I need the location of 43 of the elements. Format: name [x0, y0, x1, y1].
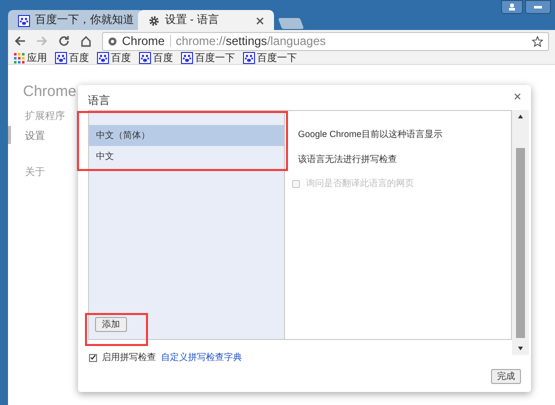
gear-icon — [148, 14, 160, 26]
url-text: chrome://settings/languages — [176, 33, 327, 50]
scroll-up-arrow-icon[interactable] — [518, 114, 523, 119]
apps-grid-icon — [14, 52, 25, 64]
address-bar[interactable]: Chrome chrome://settings/languages — [102, 32, 549, 50]
bookmark[interactable]: 百度一下 — [181, 50, 235, 66]
sidebar-item[interactable]: 设置 — [25, 129, 45, 144]
language-item[interactable]: 中文 — [89, 146, 284, 167]
bookmark[interactable]: 应用 — [14, 50, 47, 66]
language-info-text: Google Chrome目前以这种语言显示 — [298, 128, 444, 141]
scroll-down-arrow-icon[interactable] — [518, 346, 523, 351]
dialog-title: 语言 — [88, 94, 110, 109]
checkbox-label: 启用拼写检查 — [102, 351, 156, 364]
customize-dictionary-link[interactable]: 自定义拼写检查字典 — [161, 351, 242, 364]
checkbox[interactable] — [89, 354, 97, 362]
scroll-thumb[interactable] — [516, 148, 525, 338]
language-item[interactable]: 中文（简体） — [89, 125, 284, 146]
highlight-frame — [85, 313, 148, 346]
bookmark[interactable]: 百度一下 — [243, 50, 297, 66]
home-icon[interactable] — [80, 35, 92, 47]
add-button[interactable]: 添加 — [95, 317, 127, 332]
done-button[interactable]: 完成 — [491, 369, 521, 384]
bookmark[interactable]: 百度 — [97, 50, 131, 66]
scrollbar[interactable] — [512, 110, 529, 355]
bookmark[interactable]: 百度 — [139, 50, 173, 66]
site-info-icon — [108, 36, 117, 46]
checkmark-icon — [90, 354, 96, 362]
back-arrow-icon[interactable] — [14, 35, 26, 47]
site-name: Chrome — [122, 33, 165, 50]
bookmark[interactable]: 百度 — [55, 50, 89, 66]
language-info-text: 该语言无法进行拼写检查 — [298, 152, 398, 166]
star-icon[interactable] — [532, 36, 543, 46]
new-tab-button[interactable] — [278, 18, 304, 29]
close-icon[interactable] — [514, 93, 521, 100]
user-icon[interactable] — [508, 3, 516, 11]
minimize-icon[interactable] — [534, 3, 542, 11]
reload-icon[interactable] — [58, 35, 70, 47]
close-icon[interactable] — [256, 16, 264, 24]
checkbox-label: 询问是否翻译此语言的网页 — [306, 177, 414, 190]
page-title: Chrome — [23, 82, 76, 102]
paw-icon — [18, 14, 30, 26]
selected-indicator — [8, 126, 11, 144]
browser-tab[interactable]: 设置 - 语言 — [138, 10, 274, 31]
